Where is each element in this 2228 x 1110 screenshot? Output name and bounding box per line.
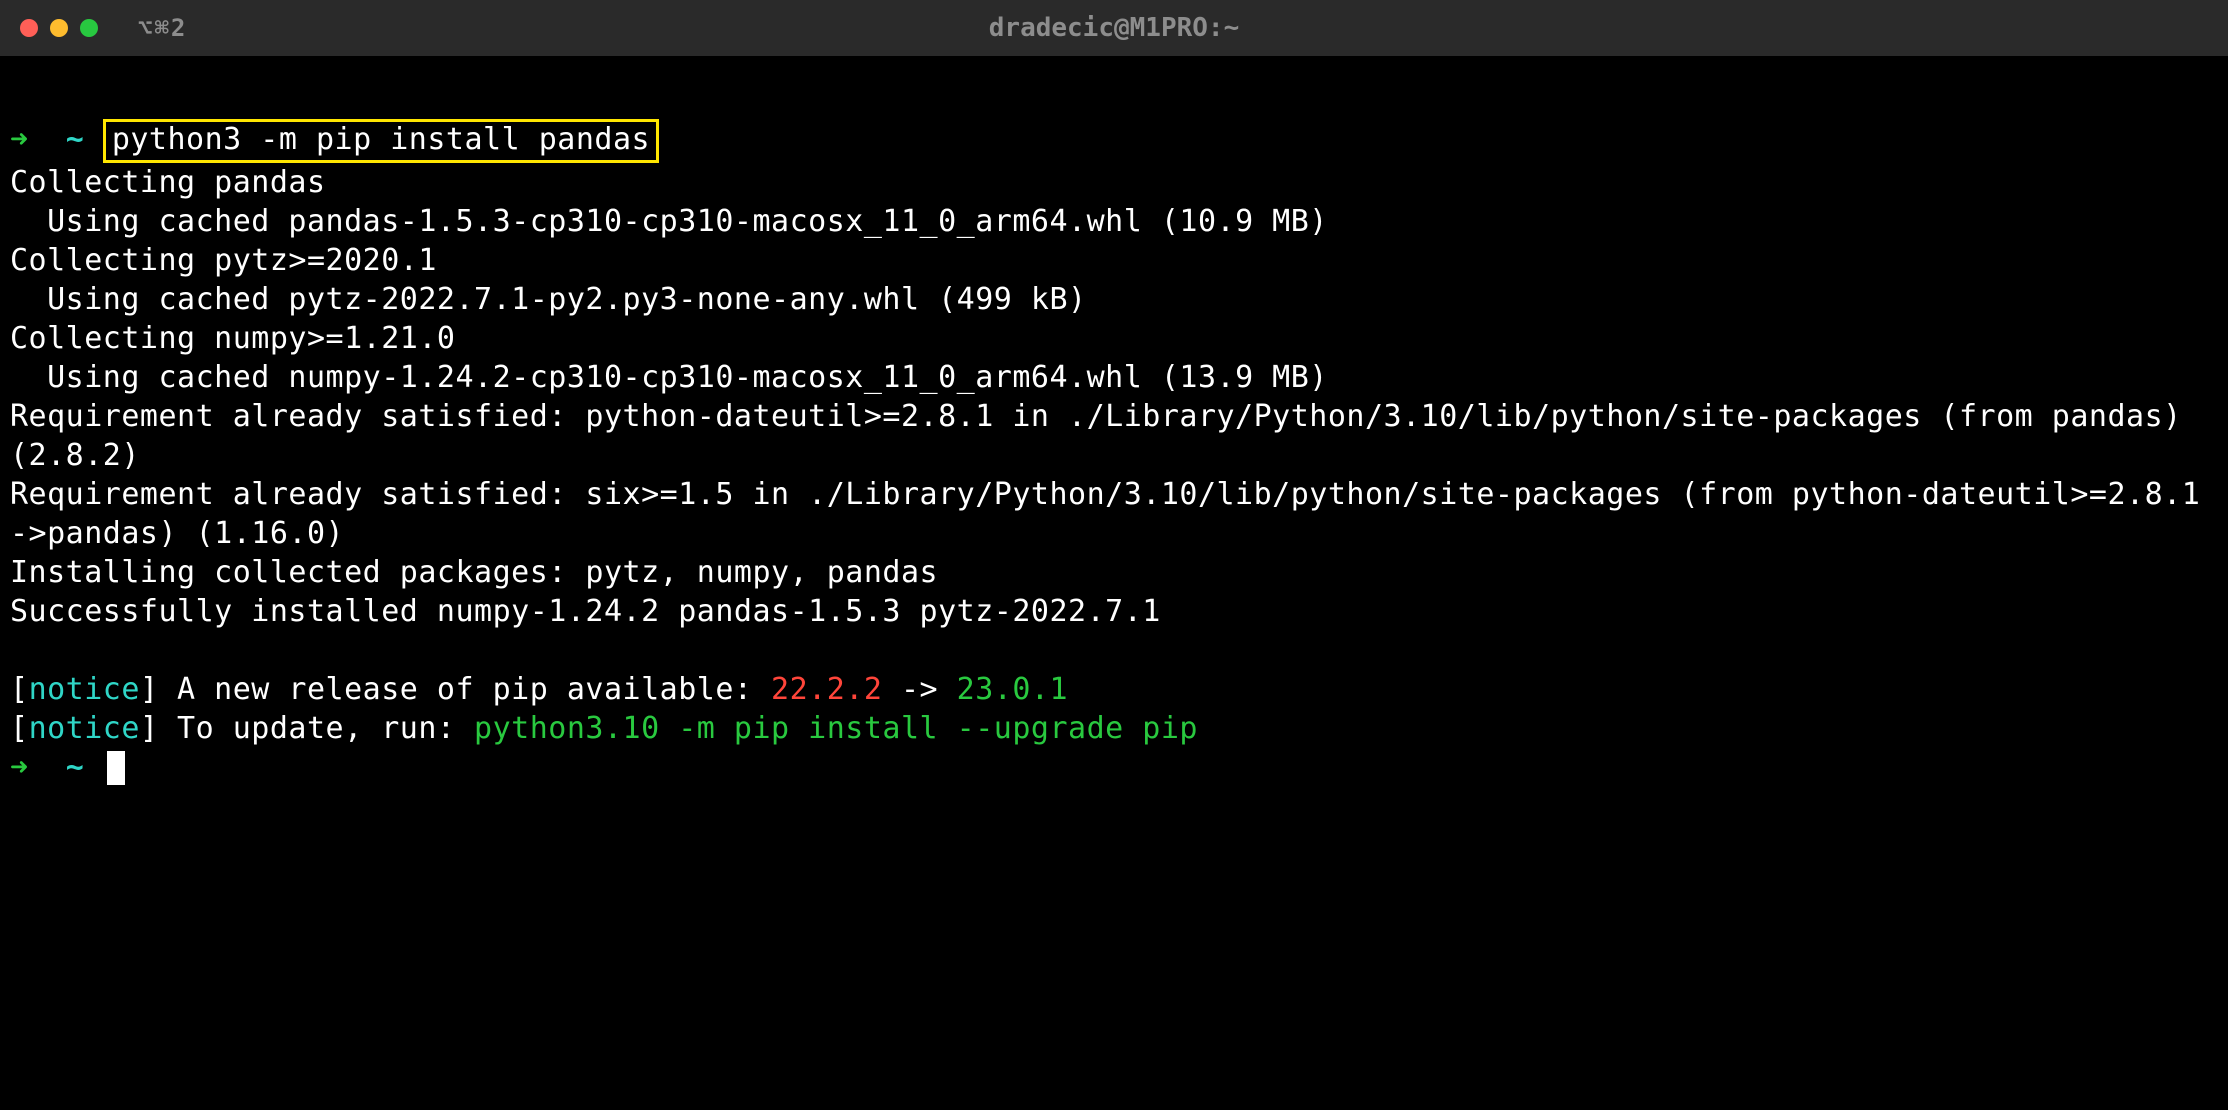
prompt-arrow-icon: ➜	[10, 750, 29, 785]
prompt-cwd: ~	[66, 750, 85, 785]
terminal-output[interactable]: ➜ ~ python3 -m pip install pandas Collec…	[0, 56, 2228, 797]
notice-label: notice	[29, 711, 140, 746]
output-line: Using cached pandas-1.5.3-cp310-cp310-ma…	[10, 204, 1328, 239]
notice-old-version: 22.2.2	[771, 672, 882, 707]
output-line: Using cached numpy-1.24.2-cp310-cp310-ma…	[10, 360, 1328, 395]
maximize-window-button[interactable]	[80, 19, 98, 37]
prompt-arrow-icon: ➜	[10, 122, 29, 157]
output-line: Collecting numpy>=1.21.0	[10, 321, 455, 356]
notice-bracket-open: [	[10, 711, 29, 746]
notice-update-cmd: python3.10 -m pip install --upgrade pip	[474, 711, 1198, 746]
notice-msg-pre: To update, run:	[159, 711, 475, 746]
output-line: Requirement already satisfied: six>=1.5 …	[10, 477, 2200, 551]
notice-bracket-open: [	[10, 672, 29, 707]
notice-bracket-close: ]	[140, 711, 159, 746]
minimize-window-button[interactable]	[50, 19, 68, 37]
terminal-cursor	[107, 751, 125, 785]
notice-label: notice	[29, 672, 140, 707]
close-window-button[interactable]	[20, 19, 38, 37]
window-title: dradecic@M1PRO:~	[0, 13, 2228, 43]
output-line: Installing collected packages: pytz, num…	[10, 555, 938, 590]
output-line: Collecting pandas	[10, 165, 326, 200]
notice-new-version: 23.0.1	[957, 672, 1068, 707]
notice-arrow: ->	[882, 672, 956, 707]
output-line: Collecting pytz>=2020.1	[10, 243, 437, 278]
window-titlebar: ⌥⌘2 dradecic@M1PRO:~	[0, 0, 2228, 56]
prompt-cwd: ~	[66, 122, 85, 157]
titlebar-shortcut: ⌥⌘2	[138, 14, 187, 42]
notice-msg-pre: A new release of pip available:	[159, 672, 772, 707]
traffic-lights	[20, 19, 98, 37]
notice-bracket-close: ]	[140, 672, 159, 707]
highlighted-command: python3 -m pip install pandas	[103, 119, 659, 163]
output-line: Using cached pytz-2022.7.1-py2.py3-none-…	[10, 282, 1087, 317]
output-line: Requirement already satisfied: python-da…	[10, 399, 2200, 473]
output-line: Successfully installed numpy-1.24.2 pand…	[10, 594, 1161, 629]
